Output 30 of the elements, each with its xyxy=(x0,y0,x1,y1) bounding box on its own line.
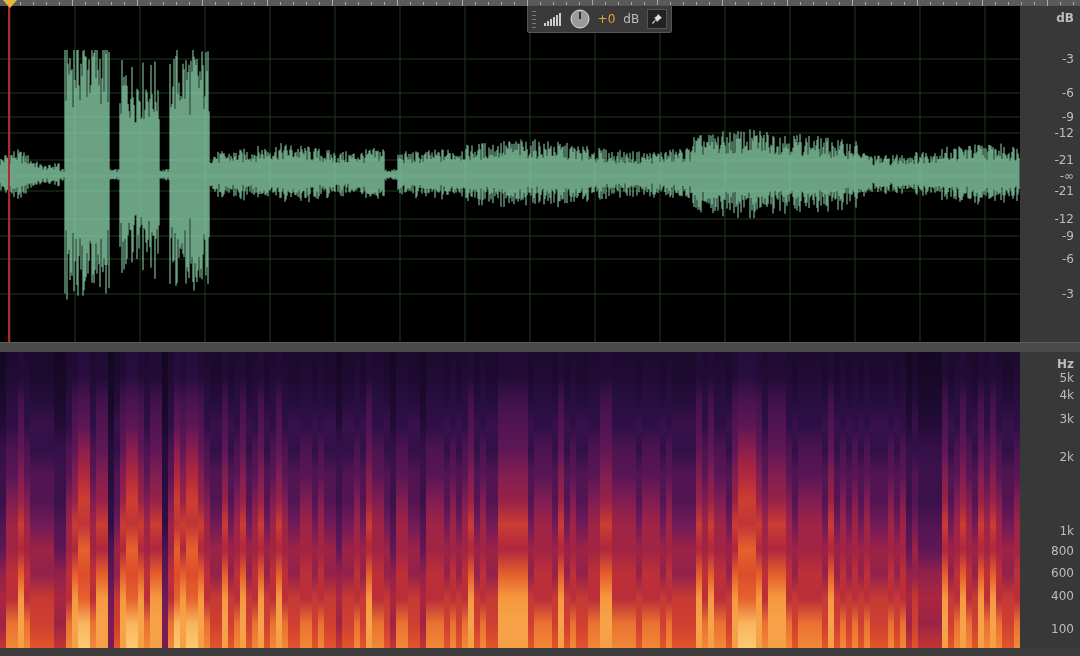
axis-label: -12 xyxy=(1054,126,1074,140)
pin-icon xyxy=(651,13,664,25)
axis-label: 400 xyxy=(1051,589,1074,603)
axis-label: -3 xyxy=(1062,52,1074,66)
axis-label: -21 xyxy=(1054,153,1074,167)
volume-level-icon xyxy=(543,12,562,26)
axis-label: 1k xyxy=(1059,524,1074,538)
axis-label: -12 xyxy=(1054,212,1074,226)
axis-label: -6 xyxy=(1062,252,1074,266)
pin-button[interactable] xyxy=(647,9,667,29)
axis-label: -3 xyxy=(1062,287,1074,301)
axis-label: 5k xyxy=(1059,371,1074,385)
axis-label: 3k xyxy=(1059,412,1074,426)
axis-label: -9 xyxy=(1062,229,1074,243)
gain-value[interactable]: +0 xyxy=(597,10,616,28)
axis-label: 4k xyxy=(1059,388,1074,402)
axis-label: -6 xyxy=(1062,86,1074,100)
axis-label: -9 xyxy=(1062,110,1074,124)
axis-label: -21 xyxy=(1054,184,1074,198)
gain-unit: dB xyxy=(623,11,640,28)
axis-unit-label: dB xyxy=(1056,11,1074,25)
gain-knob[interactable] xyxy=(569,9,590,29)
axis-label: -∞ xyxy=(1059,169,1074,183)
axis-label: 800 xyxy=(1051,544,1074,558)
axis-unit-label: Hz xyxy=(1056,357,1074,371)
axis-label: 100 xyxy=(1051,622,1074,636)
playhead-marker-icon[interactable] xyxy=(3,0,17,8)
scrollbar-track[interactable] xyxy=(0,648,1080,656)
axis-label: 2k xyxy=(1059,450,1074,464)
axis-label: 600 xyxy=(1051,566,1074,580)
